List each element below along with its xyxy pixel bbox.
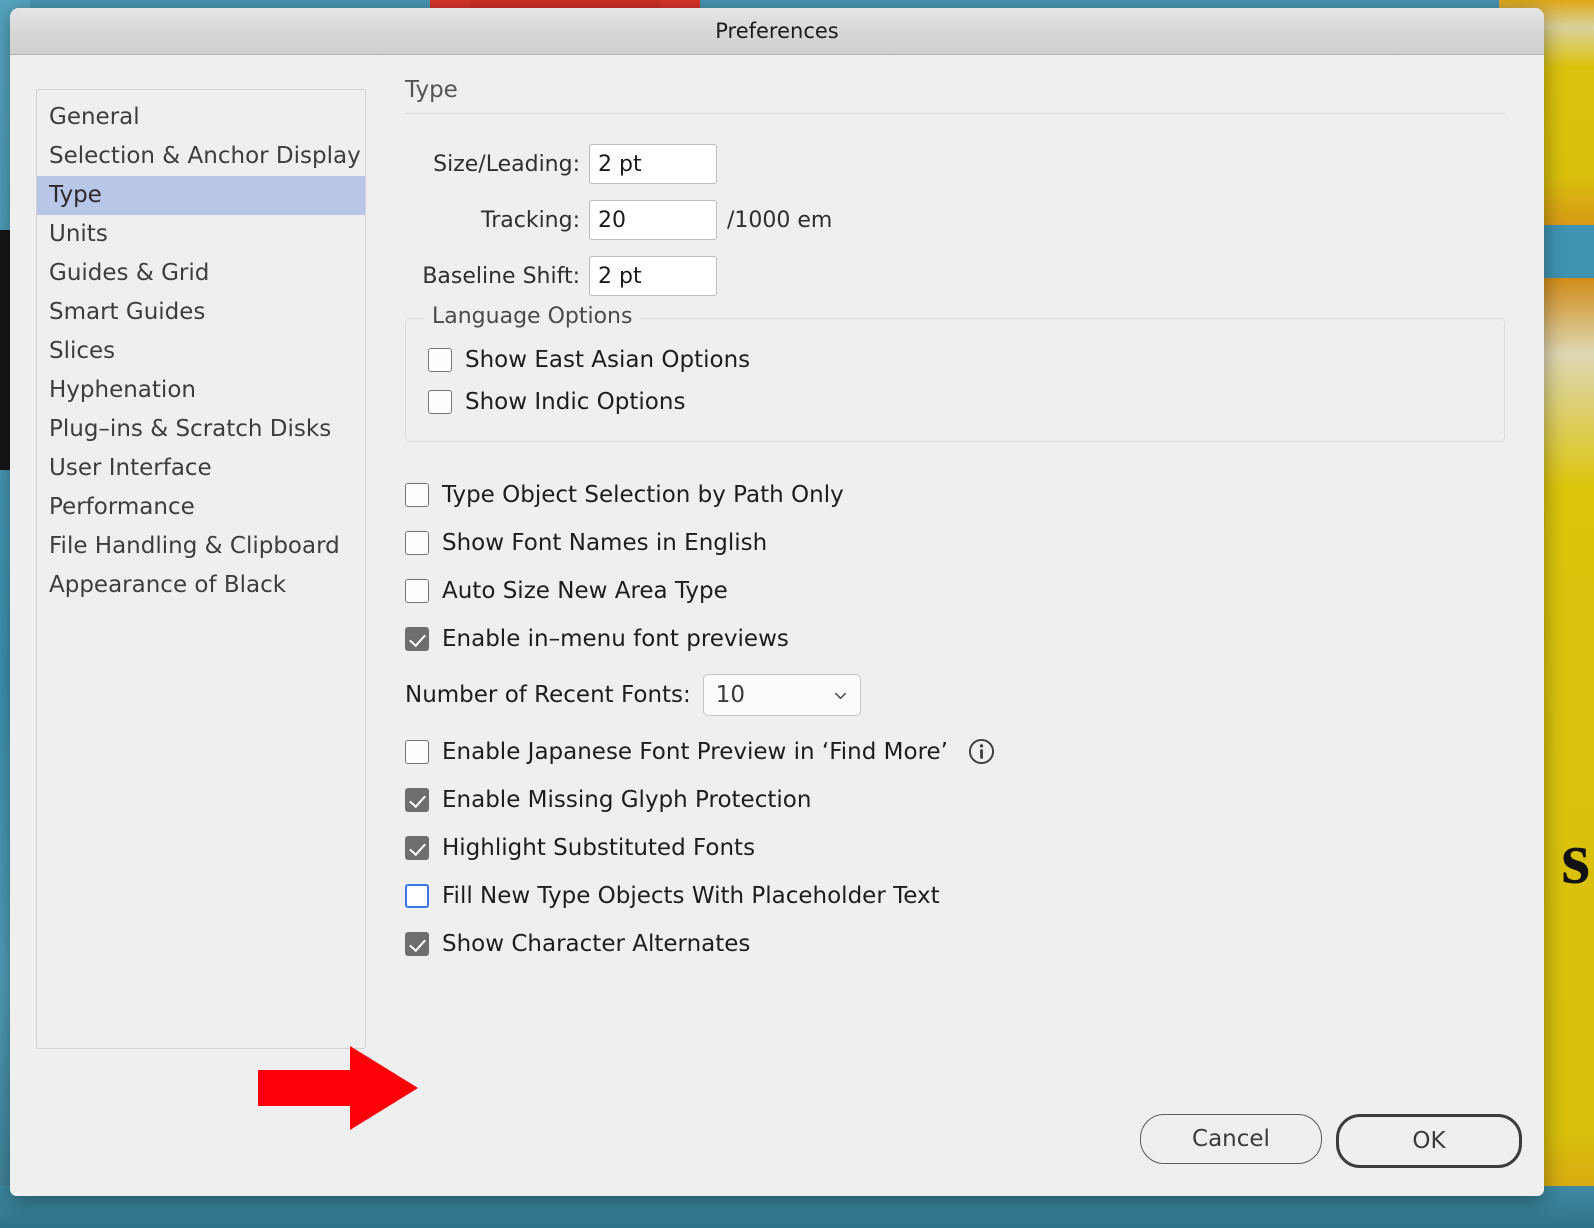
- size-leading-input[interactable]: [589, 144, 717, 184]
- sidebar-item-label: Smart Guides: [49, 299, 206, 325]
- checkbox-label: Type Object Selection by Path Only: [442, 482, 844, 508]
- checkbox-row-enable-japanese-font-preview[interactable]: Enable Japanese Font Preview in ‘Find Mo…: [405, 738, 1520, 765]
- tracking-label: Tracking:: [481, 207, 580, 233]
- dialog-footer-buttons: Cancel OK: [1140, 1114, 1522, 1168]
- language-options-group: Language Options Show East Asian Options…: [405, 304, 1505, 442]
- checkbox-label: Enable Missing Glyph Protection: [442, 787, 812, 813]
- sidebar-item-guides-grid[interactable]: Guides & Grid: [37, 254, 365, 293]
- checkbox-type-object-selection-by-path-only[interactable]: [405, 483, 429, 507]
- sidebar-item-label: Slices: [49, 338, 116, 364]
- size-leading-label: Size/Leading:: [433, 151, 580, 177]
- dialog-title: Preferences: [715, 19, 839, 43]
- checkbox-enable-japanese-font-preview[interactable]: [405, 739, 429, 764]
- checkbox-row-show-character-alternates[interactable]: Show Character Alternates: [405, 931, 1520, 957]
- tracking-unit-label: /1000 em: [727, 207, 833, 233]
- info-icon[interactable]: [968, 738, 995, 765]
- right-arrow-annotation-icon: [258, 1046, 418, 1130]
- sidebar-item-label: User Interface: [49, 455, 212, 481]
- sidebar-item-appearance-of-black[interactable]: Appearance of Black: [37, 566, 365, 605]
- language-options-legend: Language Options: [424, 304, 641, 329]
- tracking-input[interactable]: [589, 200, 717, 240]
- sidebar-item-label: Type: [49, 182, 102, 208]
- cancel-button[interactable]: Cancel: [1140, 1114, 1322, 1164]
- desktop-gold-letter: s: [1561, 818, 1590, 900]
- sidebar-item-label: General: [49, 104, 140, 130]
- sidebar-item-label: Guides & Grid: [49, 260, 210, 286]
- checkbox-label: Show Indic Options: [465, 389, 686, 415]
- sidebar-item-label: Selection & Anchor Display: [49, 143, 361, 169]
- sidebar-item-label: Units: [49, 221, 108, 247]
- sidebar-item-file-handling-clipboard[interactable]: File Handling & Clipboard: [37, 527, 365, 566]
- tracking-row: Tracking: /1000 em: [405, 200, 1520, 240]
- preferences-category-list[interactable]: General Selection & Anchor Display Type …: [36, 89, 366, 1049]
- checkbox-enable-in-menu-font-previews[interactable]: [405, 627, 429, 651]
- checkbox-label: Show East Asian Options: [465, 347, 751, 373]
- checkbox-row-highlight-substituted-fonts[interactable]: Highlight Substituted Fonts: [405, 835, 1520, 861]
- checkbox-show-east-asian-options[interactable]: [428, 348, 452, 372]
- checkbox-row-enable-missing-glyph-protection[interactable]: Enable Missing Glyph Protection: [405, 787, 1520, 813]
- sidebar-item-selection-anchor-display[interactable]: Selection & Anchor Display: [37, 137, 365, 176]
- sidebar-item-label: Appearance of Black: [49, 572, 287, 598]
- checkbox-row-auto-size-new-area-type[interactable]: Auto Size New Area Type: [405, 578, 1520, 604]
- sidebar-item-label: Plug–ins & Scratch Disks: [49, 416, 332, 442]
- checkbox-label: Enable Japanese Font Preview in ‘Find Mo…: [442, 738, 948, 765]
- sidebar-item-user-interface[interactable]: User Interface: [37, 449, 365, 488]
- sidebar-item-label: Hyphenation: [49, 377, 196, 403]
- recent-fonts-row: Number of Recent Fonts: 10: [405, 674, 1520, 716]
- sidebar-item-type[interactable]: Type: [37, 176, 365, 215]
- checkbox-label: Fill New Type Objects With Placeholder T…: [442, 883, 940, 909]
- checkbox-row-fill-new-type-objects-with-placeholder-text[interactable]: Fill New Type Objects With Placeholder T…: [405, 883, 1520, 909]
- checkbox-show-font-names-in-english[interactable]: [405, 531, 429, 555]
- baseline-shift-label: Baseline Shift:: [422, 263, 580, 289]
- checkbox-auto-size-new-area-type[interactable]: [405, 579, 429, 603]
- sidebar-item-label: File Handling & Clipboard: [49, 533, 340, 559]
- panel-divider: [405, 113, 1505, 114]
- checkbox-label: Show Font Names in English: [442, 530, 768, 556]
- sidebar-item-performance[interactable]: Performance: [37, 488, 365, 527]
- checkbox-label: Highlight Substituted Fonts: [442, 835, 756, 861]
- dialog-titlebar: Preferences: [10, 8, 1544, 55]
- panel-heading: Type: [405, 77, 458, 103]
- recent-fonts-value: 10: [715, 682, 746, 708]
- sidebar-item-hyphenation[interactable]: Hyphenation: [37, 371, 365, 410]
- recent-fonts-label: Number of Recent Fonts:: [405, 682, 691, 708]
- baseline-shift-input[interactable]: [589, 256, 717, 296]
- preferences-dialog: Preferences General Selection & Anchor D…: [10, 8, 1544, 1196]
- checkbox-label: Show Character Alternates: [442, 931, 751, 957]
- recent-fonts-select[interactable]: 10: [702, 674, 861, 716]
- sidebar-item-plugins-scratch-disks[interactable]: Plug–ins & Scratch Disks: [37, 410, 365, 449]
- sidebar-item-smart-guides[interactable]: Smart Guides: [37, 293, 365, 332]
- sidebar-item-label: Performance: [49, 494, 195, 520]
- checkbox-fill-new-type-objects-with-placeholder-text[interactable]: [405, 884, 429, 908]
- size-leading-row: Size/Leading:: [405, 144, 1520, 184]
- dialog-body: General Selection & Anchor Display Type …: [10, 55, 1544, 1196]
- checkbox-row-show-east-asian-options[interactable]: Show East Asian Options: [428, 347, 1504, 373]
- checkbox-highlight-substituted-fonts[interactable]: [405, 836, 429, 860]
- sidebar-item-general[interactable]: General: [37, 98, 365, 137]
- checkbox-row-enable-in-menu-font-previews[interactable]: Enable in–menu font previews: [405, 626, 1520, 652]
- checkbox-show-character-alternates[interactable]: [405, 932, 429, 956]
- checkbox-show-indic-options[interactable]: [428, 390, 452, 414]
- checkbox-enable-missing-glyph-protection[interactable]: [405, 788, 429, 812]
- sidebar-item-slices[interactable]: Slices: [37, 332, 365, 371]
- screen: s Preferences General Selection & Anchor…: [0, 0, 1594, 1228]
- baseline-shift-row: Baseline Shift:: [405, 256, 1520, 296]
- checkbox-label: Auto Size New Area Type: [442, 578, 728, 604]
- checkbox-row-type-object-selection-by-path-only[interactable]: Type Object Selection by Path Only: [405, 482, 1520, 508]
- sidebar-item-units[interactable]: Units: [37, 215, 365, 254]
- chevron-down-icon: [834, 692, 846, 699]
- checkbox-row-show-indic-options[interactable]: Show Indic Options: [428, 389, 1504, 415]
- type-preferences-panel: Type Size/Leading: Tracking: /1000 em Ba…: [405, 77, 1520, 979]
- checkbox-label: Enable in–menu font previews: [442, 626, 789, 652]
- ok-button[interactable]: OK: [1336, 1114, 1522, 1168]
- checkbox-row-show-font-names-in-english[interactable]: Show Font Names in English: [405, 530, 1520, 556]
